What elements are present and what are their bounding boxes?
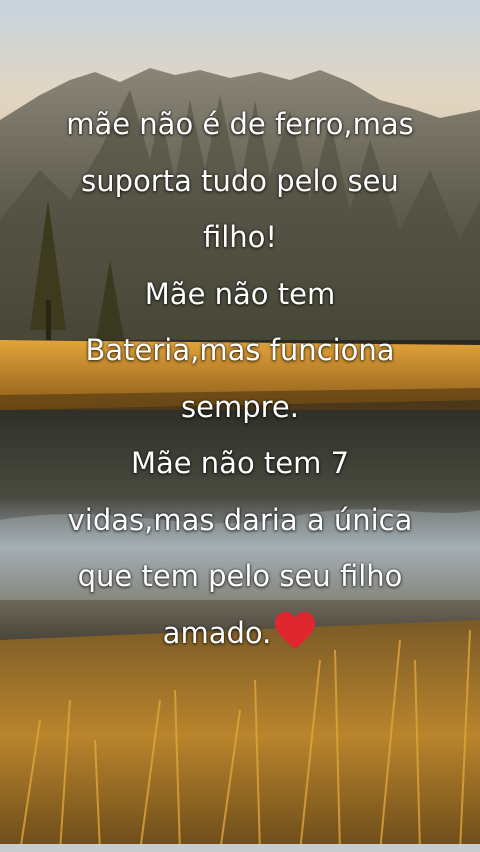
caption-line-1: mãe não é de ferro,mas	[66, 107, 414, 141]
caption-line-4: Mãe não tem	[144, 276, 336, 311]
caption-line-10: amado.	[0, 605, 480, 662]
caption-line-7: Mãe não tem 7	[130, 446, 350, 480]
caption-line-8: vidas,mas daria a única	[67, 502, 413, 537]
caption-line-5: Bateria,mas funciona	[85, 333, 395, 367]
caption-line-10-text: amado.	[162, 615, 272, 650]
bottom-bar	[0, 844, 480, 852]
caption-line-3: filho!	[202, 220, 278, 254]
caption-text: mãe não é de ferro,mas suporta tudo pelo…	[0, 96, 480, 661]
caption-line-2: suporta tudo pelo seu	[81, 163, 399, 198]
heart-icon	[273, 611, 317, 651]
caption-line-9: que tem pelo seu filho	[77, 559, 403, 593]
caption-line-6: sempre.	[181, 389, 299, 424]
